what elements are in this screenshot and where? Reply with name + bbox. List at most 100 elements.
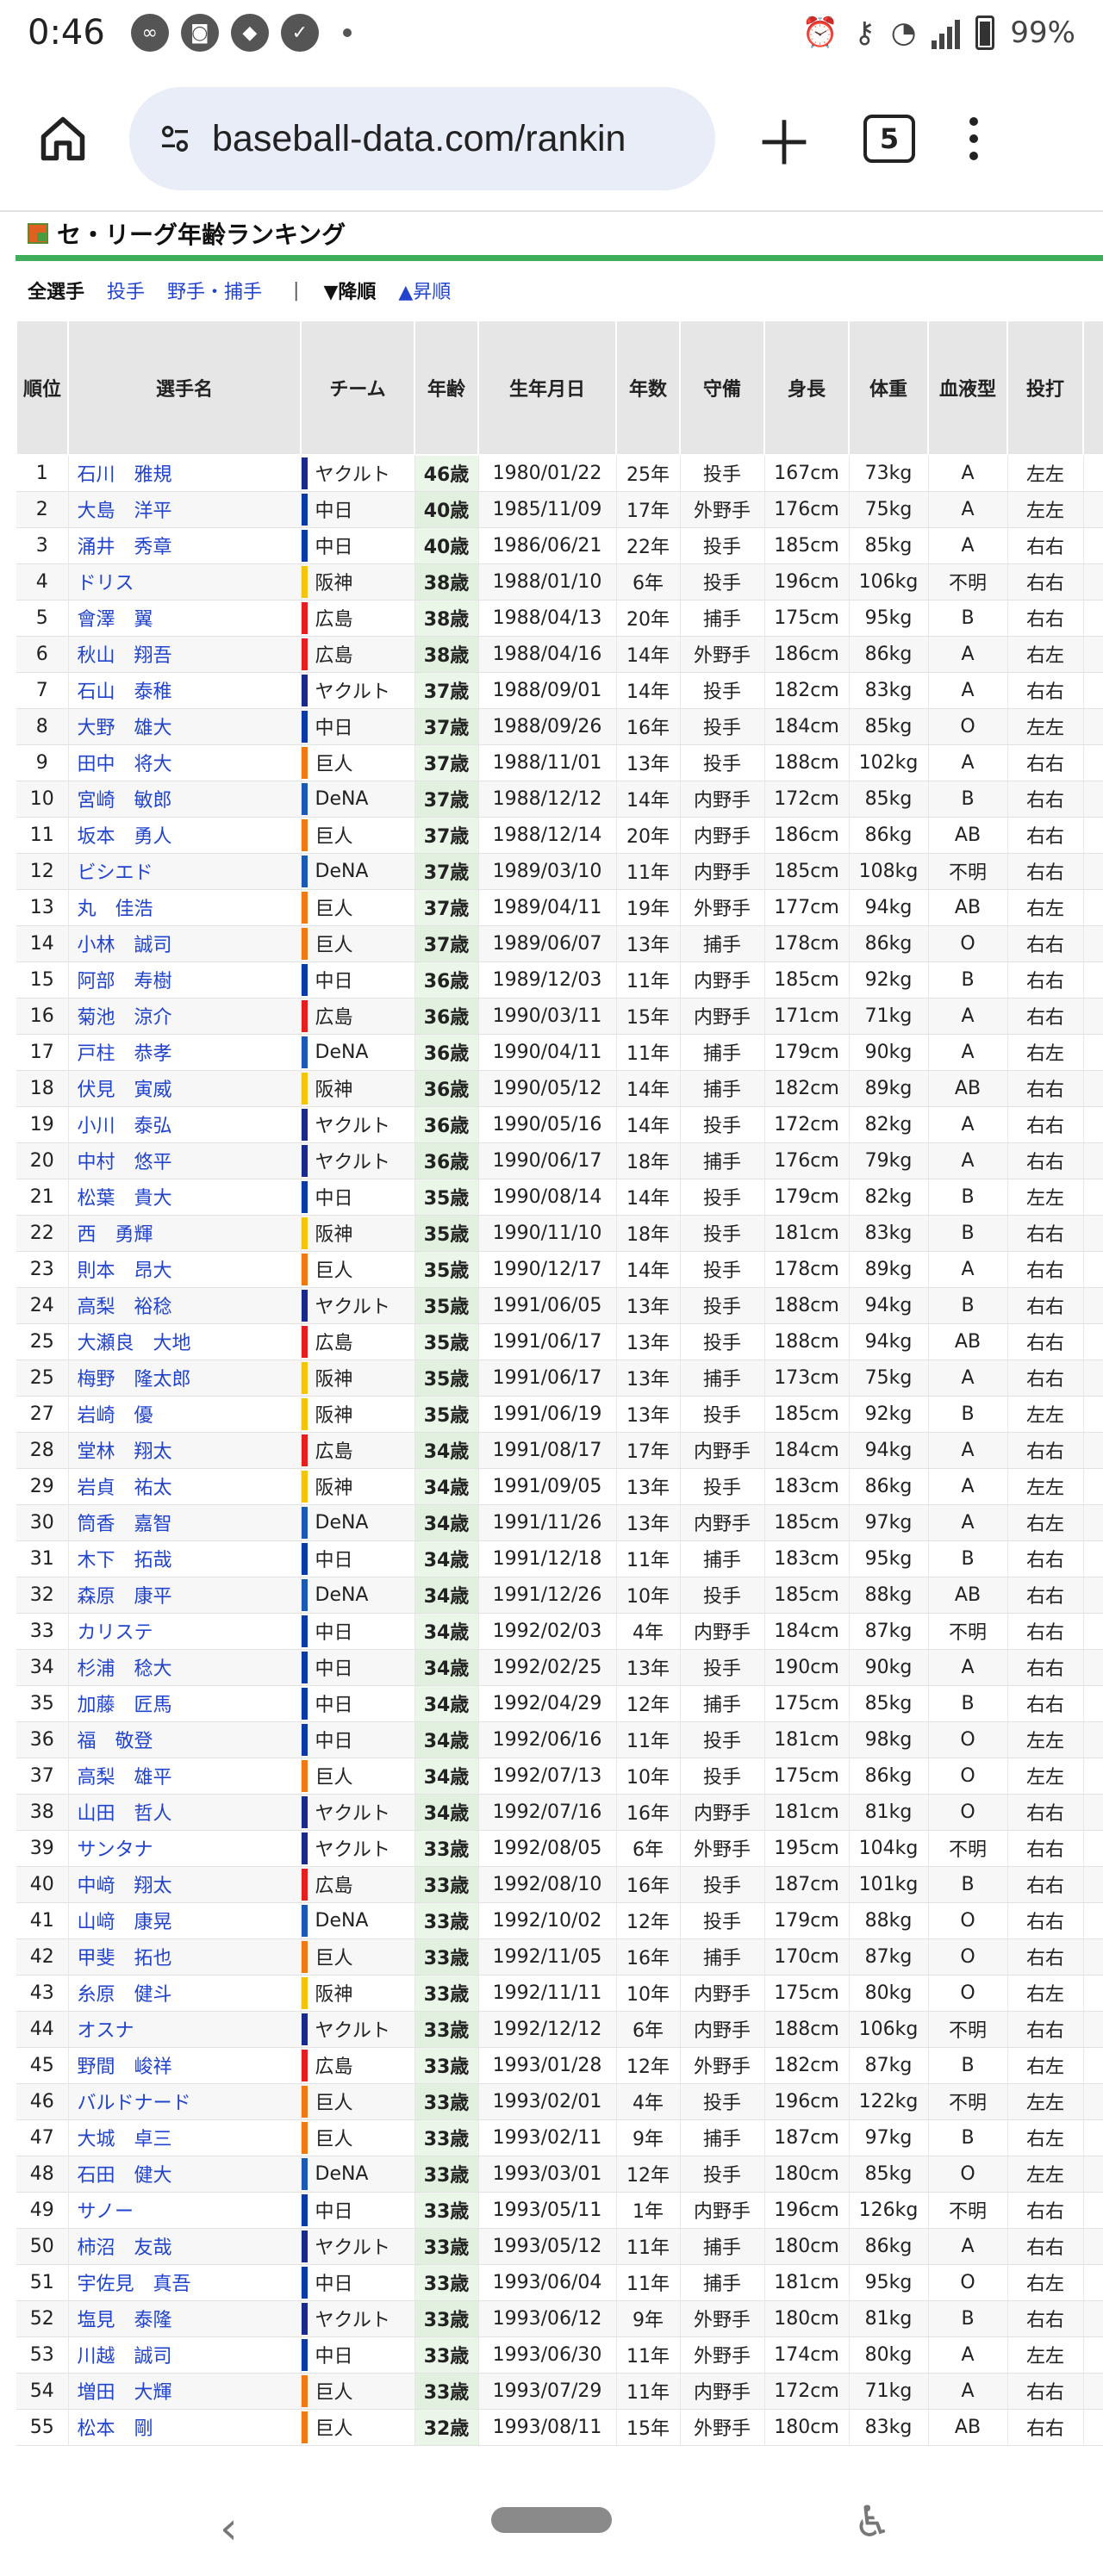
cell-name[interactable]: 大野 雄大 [68, 708, 302, 745]
cell-name[interactable]: 阿部 寿樹 [68, 961, 302, 999]
cell-name[interactable]: 丸 佳浩 [68, 889, 302, 926]
filter-all[interactable]: 全選手 [28, 277, 84, 304]
cell-name[interactable]: 岩崎 優 [68, 1396, 302, 1433]
cell-name[interactable]: サノー [68, 2192, 302, 2229]
cell-name[interactable]: 則本 昂大 [68, 1251, 302, 1288]
cell-name[interactable]: ドリス [68, 563, 302, 600]
cell-weight: 81kg [849, 1794, 929, 1831]
home-gesture-pill[interactable] [491, 2507, 612, 2533]
home-button[interactable] [24, 100, 102, 177]
col-player[interactable]: 選手名 [67, 320, 302, 456]
filter-fielder[interactable]: 野手・捕手 [167, 277, 262, 304]
back-icon[interactable]: ‹ [220, 2503, 238, 2554]
sort-desc[interactable]: ▼降順 [323, 277, 376, 304]
address-bar[interactable]: baseball-data.com/rankin [129, 87, 715, 190]
cell-age: 37歳 [414, 889, 479, 926]
col-weight[interactable]: 体重 [848, 320, 929, 456]
cell-name[interactable]: 福 敬登 [68, 1721, 302, 1758]
accessibility-icon[interactable]: ♿ [853, 2497, 892, 2547]
cell-years: 11年 [616, 2228, 681, 2265]
cell-name[interactable]: 中﨑 翔太 [68, 1866, 302, 1903]
new-tab-button[interactable]: ＋ [750, 104, 819, 179]
cell-name[interactable]: 會澤 翼 [68, 600, 302, 637]
col-birthdate[interactable]: 生年月日 [477, 320, 617, 456]
filter-pitcher[interactable]: 投手 [107, 277, 145, 304]
team-color-bar [301, 746, 308, 779]
table-row: 9 田中 将大 巨人 37歳 1988/11/01 13年 投手 188cm 102kg A 右右 [16, 744, 1103, 781]
col-position[interactable]: 守備 [679, 320, 765, 456]
cell-name[interactable]: 松葉 貴大 [68, 1179, 302, 1216]
cell-name[interactable]: 梅野 隆太郎 [68, 1360, 302, 1397]
cell-tb: 右左 [1007, 2047, 1084, 2084]
team-color-bar [301, 2013, 308, 2045]
cell-name[interactable]: 加藤 匠馬 [68, 1685, 302, 1722]
cell-name[interactable]: 松本 剛 [68, 2409, 302, 2446]
cell-name[interactable]: バルドナード [68, 2083, 302, 2120]
tab-switcher-button[interactable]: 5 [863, 115, 915, 163]
cell-name[interactable]: 宮崎 敏郎 [68, 781, 302, 818]
cell-overflow [1083, 1432, 1103, 1469]
cell-name[interactable]: 杉浦 稔大 [68, 1649, 302, 1686]
cell-name[interactable]: 伏見 寅威 [68, 1070, 302, 1107]
col-blood-type[interactable]: 血液型 [927, 320, 1008, 456]
cell-name[interactable]: 大島 洋平 [68, 491, 302, 528]
cell-name[interactable]: 田中 将大 [68, 744, 302, 781]
cell-name[interactable]: 高梨 雄平 [68, 1758, 302, 1795]
cell-overflow [1083, 1540, 1103, 1577]
cell-name[interactable]: 増田 大輝 [68, 2373, 302, 2410]
cell-name[interactable]: 大城 卓三 [68, 2119, 302, 2156]
col-throw-bat[interactable]: 投打 [1006, 320, 1084, 456]
cell-years: 11年 [616, 853, 681, 890]
cell-name[interactable]: 小川 泰弘 [68, 1106, 302, 1143]
cell-name[interactable]: 秋山 翔吾 [68, 636, 302, 673]
cell-name[interactable]: 山﨑 康晃 [68, 1902, 302, 1939]
cell-name[interactable]: 塩見 泰隆 [68, 2300, 302, 2337]
cell-name[interactable]: 宇佐見 真吾 [68, 2264, 302, 2301]
cell-name[interactable]: 小林 誠司 [68, 925, 302, 962]
cell-name[interactable]: 木下 拓哉 [68, 1540, 302, 1577]
cell-tb: 右右 [1007, 1866, 1084, 1903]
sort-asc[interactable]: ▲昇順 [398, 277, 451, 304]
cell-rank: 34 [16, 1649, 69, 1686]
cell-name[interactable]: ビシエド [68, 853, 302, 890]
cell-birth: 1993/02/11 [478, 2119, 617, 2156]
cell-name[interactable]: オスナ [68, 2011, 302, 2048]
col-age[interactable]: 年齢 [414, 320, 479, 456]
cell-name[interactable]: 中村 悠平 [68, 1142, 302, 1179]
cell-pos: 内野手 [680, 1613, 765, 1650]
cell-name[interactable]: 石川 雅規 [68, 455, 302, 492]
cell-name[interactable]: 野間 峻祥 [68, 2047, 302, 2084]
cell-name[interactable]: 菊池 涼介 [68, 998, 302, 1035]
cell-name[interactable]: 川越 誠司 [68, 2336, 302, 2374]
cell-name[interactable]: 森原 康平 [68, 1577, 302, 1614]
cell-name[interactable]: 石田 健大 [68, 2156, 302, 2193]
cell-name[interactable]: 戸柱 恭孝 [68, 1034, 302, 1071]
cell-name[interactable]: 堂林 翔太 [68, 1432, 302, 1469]
site-settings-icon[interactable] [153, 117, 196, 160]
cell-name[interactable]: 坂本 勇人 [68, 817, 302, 854]
cell-name[interactable]: 岩貞 祐太 [68, 1468, 302, 1505]
cell-name[interactable]: サンタナ [68, 1830, 302, 1867]
col-team[interactable]: チーム [300, 320, 415, 456]
cell-name[interactable]: 糸原 健斗 [68, 1975, 302, 2012]
cell-name[interactable]: 大瀬良 大地 [68, 1323, 302, 1360]
cell-height: 184cm [764, 1613, 850, 1650]
cell-team: ヤクルト [301, 2300, 415, 2337]
col-rank[interactable]: 順位 [16, 320, 69, 456]
cell-name[interactable]: 山田 哲人 [68, 1794, 302, 1831]
team-name: 阪神 [315, 573, 353, 594]
cell-name[interactable]: 柿沼 友哉 [68, 2228, 302, 2265]
cell-name[interactable]: 甲斐 拓也 [68, 1938, 302, 1976]
cell-overflow [1083, 600, 1103, 637]
cell-blood: 不明 [928, 2083, 1008, 2120]
cell-name[interactable]: 西 勇輝 [68, 1215, 302, 1252]
col-height[interactable]: 身長 [763, 320, 850, 456]
cell-name[interactable]: カリステ [68, 1613, 302, 1650]
cell-name[interactable]: 涌井 秀章 [68, 527, 302, 564]
browser-menu-button[interactable] [965, 117, 982, 160]
cell-name[interactable]: 筒香 嘉智 [68, 1504, 302, 1541]
cell-name[interactable]: 石山 泰稚 [68, 672, 302, 709]
col-years[interactable]: 年数 [615, 320, 681, 456]
cell-name[interactable]: 高梨 裕稔 [68, 1287, 302, 1324]
cell-overflow [1083, 1142, 1103, 1179]
